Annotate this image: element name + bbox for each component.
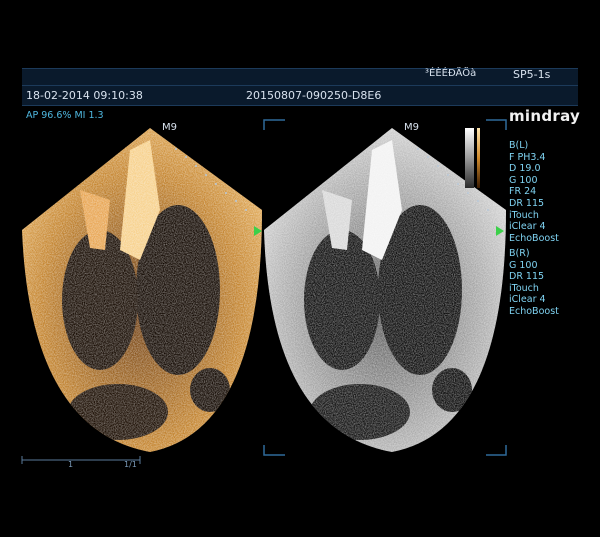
param: EchoBoost (509, 232, 559, 244)
param: EchoBoost (509, 305, 559, 317)
header-code: ³ÉÈÉÐÄÖà (425, 68, 477, 79)
echo-image-right (264, 128, 506, 452)
param: DR 115 (509, 197, 545, 209)
param: G 100 (509, 174, 538, 186)
param: G 100 (509, 259, 538, 271)
marker-left: M9 (162, 122, 177, 133)
bottom-scale (21, 456, 141, 464)
param: DR 115 (509, 271, 545, 283)
param: iTouch (509, 282, 539, 294)
scale-mark-right: 1/1 (124, 460, 137, 469)
gray-scale-bar (465, 128, 474, 188)
param: iClear 4 (509, 221, 546, 233)
scale-mark-left: 1 (68, 460, 74, 469)
panel-left: B(L) F PH3.4 D 19.0 G 100 FR 24 DR 115 i… (509, 140, 559, 244)
param: F PH3.4 (509, 151, 546, 163)
marker-right: M9 (404, 122, 419, 133)
mindray-logo: mindray (509, 107, 581, 125)
header-top-row (22, 69, 578, 86)
param: iClear 4 (509, 294, 546, 306)
study-id: 20150807-090250-D8E6 (246, 89, 382, 102)
param: D 19.0 (509, 163, 541, 175)
echo-image-left (22, 128, 262, 452)
param: iTouch (509, 209, 539, 221)
ap-mi-readout: AP 96.6% MI 1.3 (26, 110, 104, 121)
datetime: 18-02-2014 09:10:38 (26, 89, 143, 102)
param: FR 24 (509, 186, 537, 198)
panel-left-title: B(L) (509, 140, 529, 151)
panel-right-title: B(R) (509, 248, 530, 259)
color-map-bar (477, 128, 480, 188)
probe-label: SP5-1s (513, 68, 551, 81)
panel-right: B(R) G 100 DR 115 iTouch iClear 4 EchoBo… (509, 248, 559, 318)
